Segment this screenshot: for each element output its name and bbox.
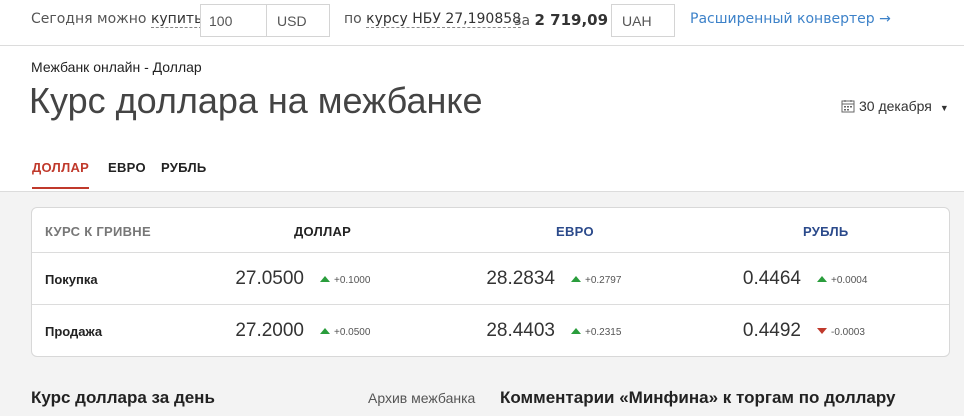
- breadcrumb[interactable]: Межбанк онлайн - Доллар: [31, 59, 202, 75]
- rates-section: КУРС К ГРИВНЕ ДОЛЛАР ЕВРО РУБЛЬ Покупка …: [0, 192, 964, 416]
- date-label: 30 декабря: [859, 98, 932, 114]
- tab-dollar[interactable]: ДОЛЛАР: [32, 160, 90, 189]
- rate-source-link[interactable]: курсу НБУ 27,190858: [366, 11, 522, 28]
- tab-euro[interactable]: ЕВРО: [108, 160, 146, 175]
- arrow-up-icon: [320, 276, 330, 282]
- row-label-buy: Покупка: [45, 272, 98, 287]
- archive-link[interactable]: Архив межбанка: [368, 390, 475, 406]
- arrow-up-icon: [320, 328, 330, 334]
- to-currency-select[interactable]: UAH: [611, 4, 675, 37]
- conversion-result: 2 719,09: [534, 11, 609, 29]
- advanced-converter-link[interactable]: Расширенный конвертер →: [690, 11, 891, 27]
- calendar-icon: [841, 99, 855, 116]
- arrow-up-icon: [571, 276, 581, 282]
- table-header-row: КУРС К ГРИВНЕ ДОЛЛАР ЕВРО РУБЛЬ: [32, 208, 949, 253]
- table-row: Продажа 27.2000 +0.0500 28.4403 +0.2315 …: [32, 305, 949, 356]
- usd-buy-value: 27.0500: [235, 268, 304, 289]
- date-picker[interactable]: 30 декабря ▼: [841, 98, 949, 116]
- row-label-sell: Продажа: [45, 324, 103, 339]
- usd-sell-change: +0.0500: [320, 327, 370, 338]
- rub-buy-change: +0.0004: [817, 275, 867, 286]
- result-text: за 2 719,09: [514, 11, 609, 29]
- arrow-up-icon: [817, 276, 827, 282]
- rub-sell-change: -0.0003: [817, 327, 865, 338]
- rub-sell-value: 0.4492: [742, 320, 801, 341]
- eur-buy-value: 28.2834: [486, 268, 555, 289]
- converter-bar: Сегодня можно купить USD по курсу НБУ 27…: [0, 0, 964, 46]
- converter-prefix: Сегодня можно купить: [31, 11, 203, 28]
- amount-input[interactable]: [200, 4, 266, 37]
- eur-sell-change: +0.2315: [571, 327, 621, 338]
- arrow-up-icon: [571, 328, 581, 334]
- table-row: Покупка 27.0500 +0.1000 28.2834 +0.2797 …: [32, 253, 949, 305]
- usd-sell-value: 27.2000: [235, 320, 304, 341]
- col-header-usd[interactable]: ДОЛЛАР: [294, 224, 351, 239]
- eur-buy-change: +0.2797: [571, 275, 621, 286]
- col-header-rub[interactable]: РУБЛЬ: [803, 224, 849, 239]
- currency-tabs: ДОЛЛАР ЕВРО РУБЛЬ: [0, 148, 964, 192]
- comments-heading[interactable]: Комментарии «Минфина» к торгам по доллар…: [500, 388, 896, 408]
- rub-buy-value: 0.4464: [742, 268, 801, 289]
- page-title: Курс доллара на межбанке: [29, 80, 483, 121]
- day-rate-heading: Курс доллара за день: [31, 388, 215, 407]
- rates-table: КУРС К ГРИВНЕ ДОЛЛАР ЕВРО РУБЛЬ Покупка …: [31, 207, 950, 357]
- buy-sell-toggle[interactable]: купить: [150, 11, 203, 28]
- col-header-eur[interactable]: ЕВРО: [556, 224, 594, 239]
- from-currency-select[interactable]: USD: [266, 4, 330, 37]
- rate-text: по курсу НБУ 27,190858: [344, 11, 522, 28]
- usd-buy-change: +0.1000: [320, 275, 370, 286]
- col-header-rate: КУРС К ГРИВНЕ: [45, 224, 151, 239]
- chevron-down-icon: ▼: [939, 103, 949, 113]
- eur-sell-value: 28.4403: [486, 320, 555, 341]
- arrow-down-icon: [817, 328, 827, 334]
- tab-ruble[interactable]: РУБЛЬ: [161, 160, 207, 175]
